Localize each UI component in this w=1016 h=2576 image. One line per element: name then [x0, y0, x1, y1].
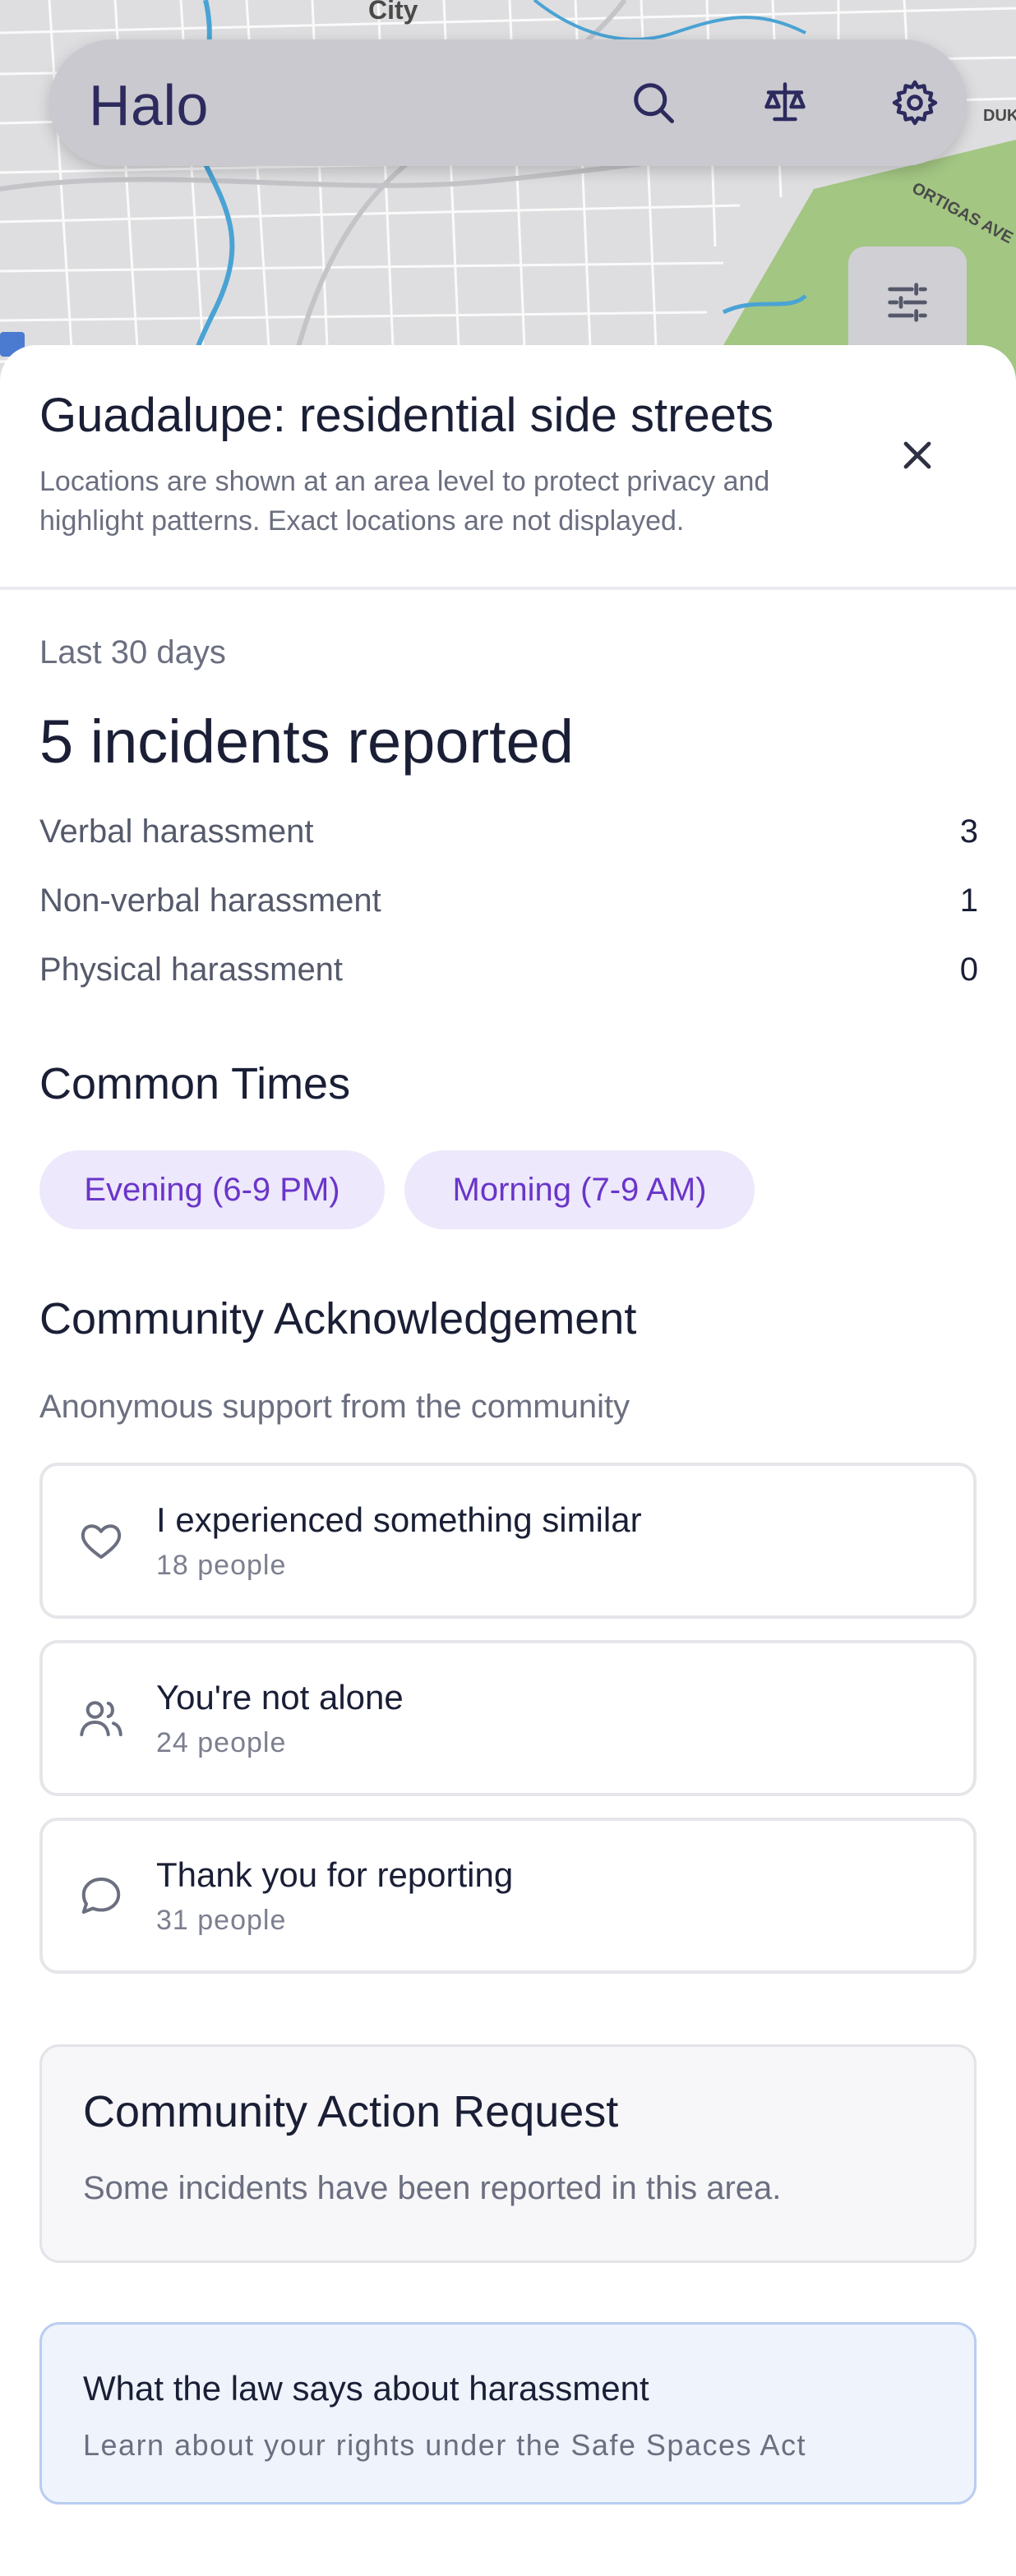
ack-label: Thank you for reporting	[156, 1855, 514, 1894]
area-details-sheet: Guadalupe: residential side streets Loca…	[0, 345, 1016, 2576]
stat-label: Non-verbal harassment	[39, 882, 381, 919]
law-heading: What the law says about harassment	[83, 2369, 649, 2408]
action-heading: Community Action Request	[83, 2087, 619, 2136]
stat-row-physical: Physical harassment 0	[39, 952, 978, 1001]
community-action-card: Community Action Request Some incidents …	[39, 2044, 977, 2263]
ack-card-thank-you[interactable]: Thank you for reporting 31 people	[39, 1818, 977, 1974]
heart-icon	[72, 1512, 130, 1569]
map-label-city: City	[368, 0, 418, 25]
stat-label: Verbal harassment	[39, 813, 314, 850]
stat-label: Physical harassment	[39, 952, 344, 988]
ack-card-similar[interactable]: I experienced something similar 18 peopl…	[39, 1463, 977, 1619]
close-icon	[898, 435, 937, 479]
search-icon[interactable]	[621, 71, 686, 135]
time-chip-morning[interactable]: Morning (7-9 AM)	[404, 1150, 755, 1229]
sliders-icon	[881, 276, 934, 333]
time-chip-evening[interactable]: Evening (6-9 PM)	[39, 1150, 385, 1229]
acknowledgement-subheading: Anonymous support from the community	[39, 1389, 630, 1425]
app-header: Halo	[49, 39, 967, 166]
action-text: Some incidents have been reported in thi…	[83, 2170, 782, 2206]
ack-count: 24 people	[156, 1727, 287, 1758]
ack-label: I experienced something similar	[156, 1500, 642, 1539]
law-info-card[interactable]: What the law says about harassment Learn…	[39, 2322, 977, 2505]
app-title: Halo	[89, 73, 209, 137]
scale-icon[interactable]	[753, 71, 817, 135]
divider	[0, 587, 1016, 590]
law-text: Learn about your rights under the Safe S…	[83, 2428, 807, 2462]
stat-value: 0	[959, 952, 978, 988]
stat-value: 3	[959, 813, 978, 850]
people-icon	[72, 1689, 130, 1747]
time-period: Last 30 days	[39, 634, 226, 670]
acknowledgement-heading: Community Acknowledgement	[39, 1294, 637, 1343]
ack-card-not-alone[interactable]: You're not alone 24 people	[39, 1640, 977, 1796]
stat-value: 1	[959, 882, 978, 919]
area-title: Guadalupe: residential side streets	[39, 389, 774, 442]
close-button[interactable]	[884, 424, 950, 490]
privacy-note: Locations are shown at an area level to …	[39, 466, 770, 537]
incident-count-headline: 5 incidents reported	[39, 707, 574, 776]
stat-row-verbal: Verbal harassment 3	[39, 813, 978, 863]
gear-icon[interactable]	[883, 71, 947, 135]
ack-count: 31 people	[156, 1905, 287, 1936]
ack-count: 18 people	[156, 1550, 287, 1581]
map-label-duk: DUK	[983, 107, 1016, 125]
ack-label: You're not alone	[156, 1678, 404, 1717]
stat-row-nonverbal: Non-verbal harassment 1	[39, 882, 978, 932]
chat-bubble-icon	[72, 1867, 130, 1924]
common-times-heading: Common Times	[39, 1059, 351, 1108]
